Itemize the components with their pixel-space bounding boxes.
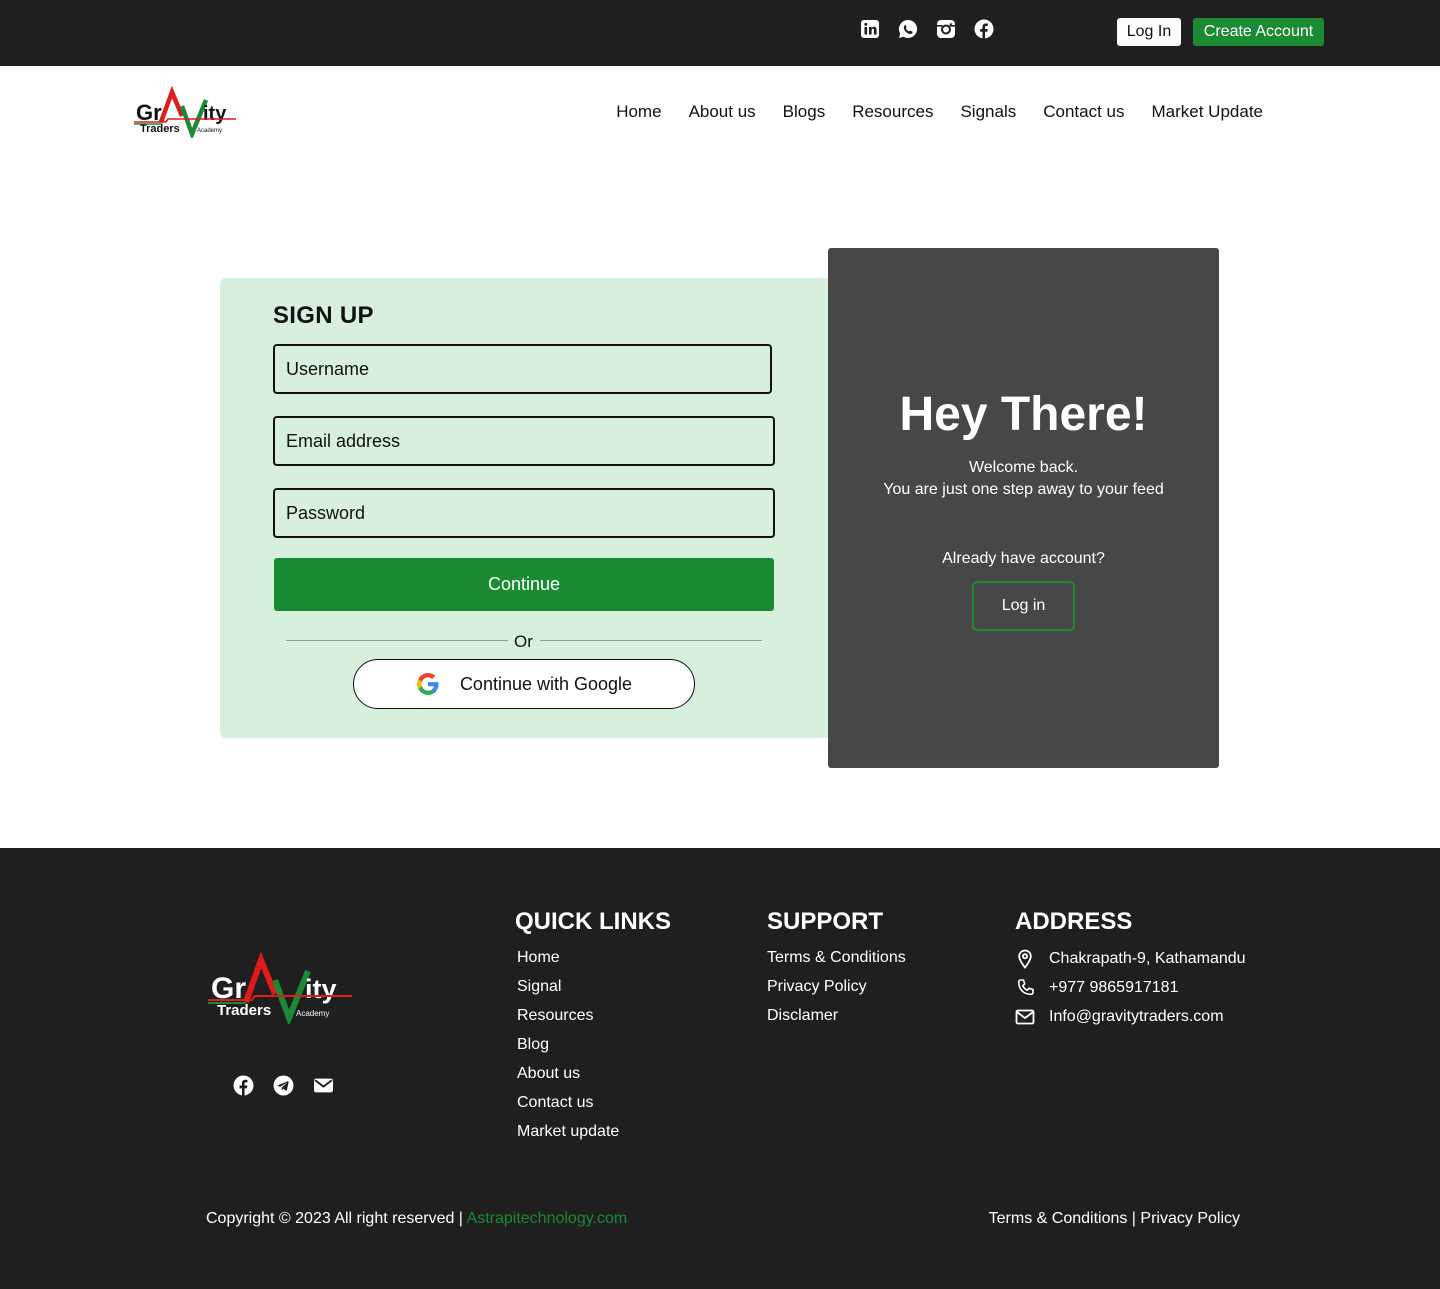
whatsapp-icon[interactable] — [898, 19, 918, 39]
top-login-button[interactable]: Log In — [1117, 18, 1181, 46]
nav-about-us[interactable]: About us — [689, 102, 756, 122]
welcome-line-1: Welcome back. — [968, 459, 1079, 476]
copyright-text: Copyright © 2023 All right reserved | — [206, 1210, 467, 1227]
top-social-links — [860, 19, 994, 39]
panel-login-button[interactable]: Log in — [972, 581, 1075, 631]
nav-signals[interactable]: Signals — [960, 102, 1016, 122]
legal-links: Terms & Conditions | Privacy Policy — [989, 1210, 1240, 1228]
legal-privacy-link[interactable]: Privacy Policy — [1140, 1210, 1240, 1227]
google-button-label: Continue with Google — [459, 673, 633, 694]
facebook-icon[interactable] — [974, 19, 994, 39]
svg-text:Academy: Academy — [296, 1009, 329, 1018]
mail-icon — [1015, 1009, 1035, 1025]
quick-links-title: QUICK LINKS — [515, 908, 671, 935]
welcome-line-2: You are just one step away to your feed — [883, 481, 1164, 498]
instagram-icon[interactable] — [936, 19, 956, 39]
footer-link-blog[interactable]: Blog — [517, 1030, 619, 1059]
nav-market-update[interactable]: Market Update — [1152, 102, 1264, 122]
email-input[interactable] — [273, 416, 775, 466]
svg-text:ity: ity — [305, 974, 337, 1004]
facebook-icon[interactable] — [233, 1075, 254, 1096]
top-bar: Log In Create Account — [0, 0, 1440, 66]
location-pin-icon — [1018, 949, 1032, 969]
continue-button[interactable]: Continue — [274, 558, 774, 611]
password-input[interactable] — [273, 488, 775, 538]
have-account-text: Already have account? — [942, 550, 1105, 567]
legal-terms-link[interactable]: Terms & Conditions | — [989, 1210, 1136, 1227]
nav-home[interactable]: Home — [616, 102, 661, 122]
telegram-icon[interactable] — [273, 1075, 294, 1096]
footer-link-market-update[interactable]: Market update — [517, 1117, 619, 1146]
address-text: Chakrapath-9, Kathamandu — [1049, 950, 1246, 967]
footer-social-links — [233, 1075, 334, 1096]
email-row: Info@gravitytraders.com — [1015, 1007, 1224, 1027]
welcome-panel: Hey There! Welcome back. You are just on… — [828, 248, 1219, 768]
footer-logo[interactable]: Gr ity Traders Academy — [206, 952, 356, 1024]
address-title: ADDRESS — [1015, 908, 1133, 935]
svg-text:Academy: Academy — [197, 128, 222, 134]
linkedin-icon[interactable] — [860, 19, 880, 39]
nav-resources[interactable]: Resources — [852, 102, 933, 122]
username-input[interactable] — [273, 344, 772, 394]
email-text[interactable]: Info@gravitytraders.com — [1049, 1008, 1224, 1026]
footer-link-resources[interactable]: Resources — [517, 1001, 619, 1030]
support-title: SUPPORT — [767, 908, 884, 935]
footer-link-disclaimer[interactable]: Disclamer — [767, 1001, 906, 1030]
google-signin-button[interactable]: Continue with Google — [353, 659, 695, 709]
or-separator: Or — [514, 632, 533, 651]
main-nav: Home About us Blogs Resources Signals Co… — [616, 102, 1263, 122]
google-icon — [416, 673, 439, 695]
divider-right — [540, 640, 762, 641]
quick-links-list: Home Signal Resources Blog About us Cont… — [517, 943, 619, 1146]
phone-row: +977 9865917181 — [1015, 978, 1178, 998]
footer-link-privacy[interactable]: Privacy Policy — [767, 972, 906, 1001]
footer-link-signal[interactable]: Signal — [517, 972, 619, 1001]
create-account-button[interactable]: Create Account — [1193, 18, 1324, 46]
header-logo[interactable]: Gr ity Traders Academy — [132, 86, 240, 138]
footer-link-home[interactable]: Home — [517, 943, 619, 972]
divider-left — [286, 640, 508, 641]
footer-link-terms[interactable]: Terms & Conditions — [767, 943, 906, 972]
address-row: Chakrapath-9, Kathamandu — [1015, 949, 1246, 969]
welcome-heading: Hey There! — [899, 388, 1148, 441]
nav-blogs[interactable]: Blogs — [783, 102, 826, 122]
phone-text[interactable]: +977 9865917181 — [1049, 979, 1178, 997]
phone-icon — [1017, 979, 1034, 996]
svg-text:Traders: Traders — [140, 123, 180, 135]
footer-link-about[interactable]: About us — [517, 1059, 619, 1088]
svg-text:ity: ity — [203, 103, 227, 125]
signup-title: SIGN UP — [273, 302, 374, 329]
copyright: Copyright © 2023 All right reserved | As… — [206, 1210, 627, 1228]
mail-icon[interactable] — [313, 1075, 334, 1096]
support-list: Terms & Conditions Privacy Policy Discla… — [767, 943, 906, 1030]
nav-contact-us[interactable]: Contact us — [1043, 102, 1124, 122]
developer-link[interactable]: Astrapitechnology.com — [467, 1210, 628, 1227]
footer-link-contact[interactable]: Contact us — [517, 1088, 619, 1117]
svg-text:Traders: Traders — [217, 1002, 271, 1019]
